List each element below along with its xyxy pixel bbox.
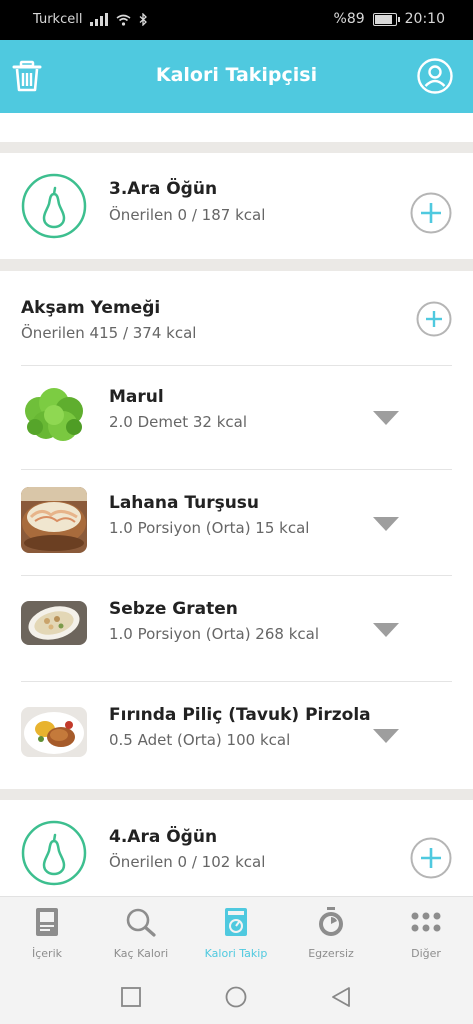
search-icon bbox=[126, 908, 156, 937]
meal-recommended: Önerilen 0 / 102 kcal bbox=[109, 853, 266, 871]
nav-label: Kalori Takip bbox=[204, 947, 268, 960]
chicken-chop-image bbox=[21, 707, 87, 757]
nav-diger[interactable]: Diğer bbox=[379, 907, 473, 960]
lettuce-image bbox=[21, 381, 87, 447]
meal-card-snack4: 4.Ara Öğün Önerilen 0 / 102 kcal bbox=[0, 800, 473, 896]
food-name: Marul bbox=[109, 387, 164, 407]
battery-percent: %89 bbox=[333, 11, 365, 27]
status-bar: Turkcell %89 20:10 bbox=[0, 0, 473, 40]
nav-label: Diğer bbox=[411, 947, 441, 960]
meal-card-dinner: Akşam Yemeği Önerilen 415 / 374 kcal Mar… bbox=[0, 271, 473, 789]
divider bbox=[21, 575, 452, 576]
pickled-cabbage-image bbox=[21, 487, 87, 553]
add-food-button[interactable] bbox=[416, 301, 452, 337]
chevron-down-icon[interactable] bbox=[373, 411, 399, 425]
previous-meal-card bbox=[0, 113, 473, 142]
meal-title: Akşam Yemeği bbox=[21, 298, 161, 318]
wifi-icon bbox=[116, 14, 131, 26]
gratin-image bbox=[21, 601, 87, 645]
nav-label: Egzersiz bbox=[308, 947, 354, 960]
back-icon[interactable] bbox=[331, 986, 351, 1008]
signal-icon bbox=[90, 13, 109, 26]
nav-egzersiz[interactable]: Egzersiz bbox=[284, 907, 378, 960]
food-item-firinda-pilic[interactable]: Fırında Piliç (Tavuk) Pirzola 0.5 Adet (… bbox=[0, 685, 473, 791]
recent-apps-icon[interactable] bbox=[121, 987, 141, 1007]
food-portion: 1.0 Porsiyon (Orta) 268 kcal bbox=[109, 625, 319, 643]
divider bbox=[21, 469, 452, 470]
battery-icon bbox=[372, 12, 400, 26]
food-item-marul[interactable]: Marul 2.0 Demet 32 kcal bbox=[0, 367, 473, 473]
nav-kac-kalori[interactable]: Kaç Kalori bbox=[94, 907, 188, 960]
meal-card-snack3: 3.Ara Öğün Önerilen 0 / 187 kcal bbox=[0, 153, 473, 259]
nav-label: Kaç Kalori bbox=[113, 947, 169, 960]
food-name: Fırında Piliç (Tavuk) Pirzola bbox=[109, 705, 371, 725]
meal-recommended: Önerilen 0 / 187 kcal bbox=[109, 206, 266, 224]
clock: 20:10 bbox=[404, 11, 445, 27]
carrier-name: Turkcell bbox=[33, 12, 83, 27]
add-food-button[interactable] bbox=[410, 192, 452, 234]
meal-title: 3.Ara Öğün bbox=[109, 179, 218, 199]
app-bar: Kalori Takipçisi bbox=[0, 40, 473, 113]
pear-icon bbox=[21, 820, 87, 886]
profile-icon[interactable] bbox=[417, 58, 453, 94]
divider bbox=[21, 681, 452, 682]
divider bbox=[21, 365, 452, 366]
food-name: Lahana Turşusu bbox=[109, 493, 260, 513]
meal-recommended: Önerilen 415 / 374 kcal bbox=[21, 324, 197, 342]
food-item-sebze-graten[interactable]: Sebze Graten 1.0 Porsiyon (Orta) 268 kca… bbox=[0, 579, 473, 685]
food-item-lahana-tursusu[interactable]: Lahana Turşusu 1.0 Porsiyon (Orta) 15 kc… bbox=[0, 473, 473, 579]
bottom-navigation: İçerik Kaç Kalori Kalori Takip Egzersiz bbox=[0, 896, 473, 967]
food-name: Sebze Graten bbox=[109, 599, 238, 619]
nav-kalori-takip[interactable]: Kalori Takip bbox=[189, 907, 283, 960]
stopwatch-icon bbox=[319, 907, 343, 936]
nav-icerik[interactable]: İçerik bbox=[0, 907, 94, 960]
chevron-down-icon[interactable] bbox=[373, 623, 399, 637]
food-portion: 0.5 Adet (Orta) 100 kcal bbox=[109, 731, 291, 749]
home-icon[interactable] bbox=[225, 986, 247, 1008]
system-navigation-bar bbox=[0, 966, 473, 1024]
dots-icon bbox=[411, 912, 441, 932]
pear-icon bbox=[21, 173, 87, 239]
chevron-down-icon[interactable] bbox=[373, 517, 399, 531]
nav-label: İçerik bbox=[31, 947, 62, 960]
bluetooth-icon bbox=[140, 13, 148, 26]
page-title: Kalori Takipçisi bbox=[155, 64, 318, 86]
chevron-down-icon[interactable] bbox=[373, 729, 399, 743]
book-icon bbox=[36, 908, 58, 936]
scale-icon bbox=[225, 908, 247, 936]
food-portion: 2.0 Demet 32 kcal bbox=[109, 413, 248, 431]
add-food-button[interactable] bbox=[410, 837, 452, 879]
meal-title: 4.Ara Öğün bbox=[109, 827, 218, 847]
food-portion: 1.0 Porsiyon (Orta) 15 kcal bbox=[109, 519, 310, 537]
